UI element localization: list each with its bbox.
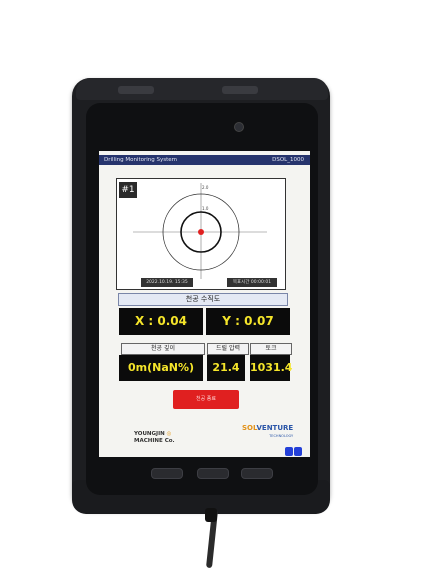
torque-label: 토크 xyxy=(250,343,292,355)
section-title: 천공 수직도 xyxy=(118,293,288,306)
solventure-logo: SOLVENTURE TECHNOLOGY xyxy=(242,424,293,440)
cable-plug xyxy=(205,508,217,522)
device-id: DSOL_1000 xyxy=(272,157,304,163)
ring-label-inner: 1.0 xyxy=(202,206,209,211)
brand-right-sol: SOL xyxy=(242,424,257,432)
brand-mark-icon: ◎ xyxy=(166,431,172,437)
tablet-screen: Drilling Monitoring System DSOL_1000 2.0… xyxy=(99,151,310,457)
case-clip-right xyxy=(222,86,258,94)
torque-value: 1031.4 xyxy=(250,355,292,381)
position-marker xyxy=(198,229,204,235)
y-value: Y : 0.07 xyxy=(206,308,290,335)
hw-recent-button[interactable] xyxy=(151,468,183,479)
x-value: X : 0.04 xyxy=(119,308,203,335)
hole-number-badge: #1 xyxy=(119,182,137,198)
brand-left-sub: MACHINE Co. xyxy=(134,438,175,444)
depth-value: 0m(NaN%) xyxy=(119,355,203,381)
elapsed-stamp: 목표시간 00:00:01 xyxy=(227,278,277,287)
camera-icon xyxy=(234,122,244,132)
nav-button-1[interactable] xyxy=(285,447,293,456)
pressure-value: 21.4 xyxy=(207,355,245,381)
app-title: Drilling Monitoring System xyxy=(104,157,178,163)
hw-back-button[interactable] xyxy=(241,468,273,479)
hw-home-button[interactable] xyxy=(197,468,229,479)
brand-right-sub: TECHNOLOGY xyxy=(269,434,294,438)
date-stamp: 2022.10.19. 15:35 xyxy=(141,278,193,287)
stop-drilling-button[interactable]: 천공 종료 xyxy=(173,390,239,409)
nav-button-2[interactable] xyxy=(294,447,302,456)
case-top-lip xyxy=(76,78,328,100)
target-graphic: 2.0 1.0 xyxy=(133,183,267,279)
depth-label: 천공 깊이 xyxy=(121,343,205,355)
brand-left-name: YOUNGJIN xyxy=(134,431,165,437)
ring-label-outer: 2.0 xyxy=(202,185,209,190)
youngjin-logo: YOUNGJIN ◎ MACHINE Co. xyxy=(134,431,175,445)
brand-right-vt: VENTURE xyxy=(256,424,294,432)
pressure-label: 드릴 압력 xyxy=(207,343,249,355)
target-panel: 2.0 1.0 #1 2022.10.19. 15:35 목표시간 00:00:… xyxy=(116,178,286,290)
app-titlebar: Drilling Monitoring System DSOL_1000 xyxy=(99,155,310,165)
case-clip-left xyxy=(118,86,154,94)
nav-buttons xyxy=(285,441,303,457)
